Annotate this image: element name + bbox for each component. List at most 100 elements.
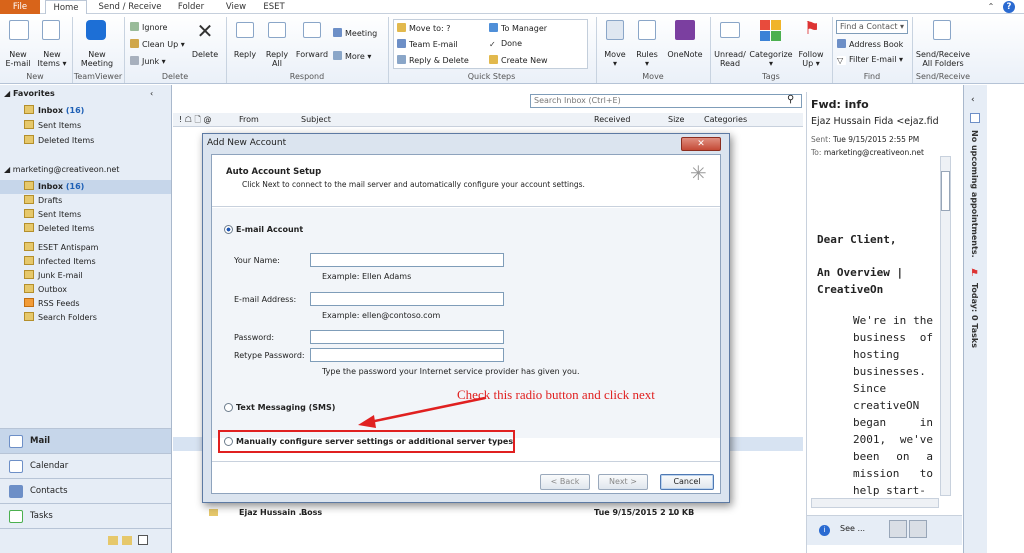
account-header[interactable]: ◢ marketing@creativeon.net (0, 163, 171, 177)
configure-buttons-icon[interactable] (138, 535, 148, 545)
ribbon-collapse-icon[interactable]: ⌃ (984, 0, 998, 14)
teamviewer-icon (86, 20, 106, 40)
follow-up-button[interactable]: Follow Up ▾ (794, 50, 828, 68)
ignore-button[interactable]: Ignore (130, 22, 167, 33)
column-header: ! ☖ 🗋 @ From Subject Received Size Categ… (173, 113, 803, 127)
onenote-button[interactable]: OneNote (664, 50, 706, 59)
quick-step-reply-delete[interactable]: Reply & Delete (397, 55, 469, 66)
tab-eset[interactable]: ESET (258, 0, 290, 14)
filter-email-button[interactable]: ▽ Filter E-mail ▾ (837, 55, 903, 65)
move-button[interactable]: Move ▾ (599, 50, 631, 68)
junk-button[interactable]: Junk ▾ (130, 56, 166, 67)
quick-step-move-to[interactable]: Move to: ? (397, 23, 451, 34)
table-row[interactable]: Ejaz Hussain ... Boss Tue 9/15/2015 2 ..… (173, 505, 803, 521)
expand-todo-icon[interactable]: ‹ (971, 95, 975, 105)
column-icons[interactable]: ! ☖ 🗋 @ (179, 113, 211, 127)
column-size[interactable]: Size (668, 113, 684, 127)
new-items-button[interactable]: New Items ▾ (36, 50, 68, 68)
nav-tasks-button[interactable]: Tasks (0, 503, 171, 528)
group-label-teamviewer: TeamViewer (73, 72, 123, 81)
tab-view[interactable]: View (220, 0, 252, 14)
quick-step-to-manager[interactable]: To Manager (489, 23, 547, 34)
favorite-inbox[interactable]: Inbox (16) (0, 104, 171, 118)
quick-step-team-email[interactable]: Team E-mail (397, 39, 458, 50)
email-address-label: E-mail Address: (234, 295, 297, 304)
nav-contacts-button[interactable]: Contacts (0, 478, 171, 503)
send-receive-all-button[interactable]: Send/Receive All Folders (914, 50, 972, 68)
email-account-label: E-mail Account (236, 225, 304, 234)
folder-eset-antispam[interactable]: ESET Antispam (0, 241, 171, 255)
reply-all-button[interactable]: Reply All (262, 50, 292, 68)
move-icon (606, 20, 624, 40)
new-email-button[interactable]: New E-mail (2, 50, 34, 68)
column-categories[interactable]: Categories (704, 113, 747, 127)
password-input[interactable] (310, 330, 504, 344)
retype-password-input[interactable] (310, 348, 504, 362)
nav-calendar-button[interactable]: Calendar (0, 453, 171, 478)
people-pane: i See ... (807, 515, 962, 545)
tab-home[interactable]: Home (45, 0, 87, 15)
help-icon[interactable]: ? (1003, 1, 1015, 13)
back-button[interactable]: < Back (540, 474, 590, 490)
favorites-header[interactable]: ◢ Favorites (0, 87, 171, 101)
favorite-deleted-items[interactable]: Deleted Items (0, 134, 171, 148)
forward-button[interactable]: Forward (294, 50, 330, 59)
address-book-button[interactable]: Address Book (837, 39, 903, 50)
column-from[interactable]: From (239, 113, 259, 127)
cancel-button[interactable]: Cancel (660, 474, 714, 490)
folder-outbox[interactable]: Outbox (0, 283, 171, 297)
group-label-tags: Tags (762, 72, 780, 81)
tab-file[interactable]: File (0, 0, 40, 14)
see-more-link[interactable]: See ... (840, 524, 865, 533)
meeting-button[interactable]: Meeting (333, 28, 377, 39)
reply-icon (236, 22, 254, 38)
column-subject[interactable]: Subject (301, 113, 331, 127)
text-messaging-radio[interactable] (224, 403, 233, 412)
tab-folder[interactable]: Folder (171, 0, 211, 14)
annotation-arrow (358, 396, 486, 428)
folder-sent-items[interactable]: Sent Items (0, 208, 171, 222)
rules-button[interactable]: Rules ▾ (632, 50, 662, 68)
folder-junk-email[interactable]: Junk E-mail (0, 269, 171, 283)
folder-infected-items[interactable]: Infected Items (0, 255, 171, 269)
email-account-radio[interactable] (224, 225, 233, 234)
message-scrollbar[interactable] (940, 156, 951, 496)
calendar-mini-icon (970, 113, 980, 123)
new-email-icon (9, 20, 29, 40)
collapse-nav-icon[interactable]: ‹ (150, 87, 166, 101)
horizontal-scrollbar[interactable] (811, 498, 939, 508)
message-body: We're in the business of hosting busines… (853, 314, 933, 496)
quick-step-done[interactable]: ✓ Done (489, 39, 522, 49)
categorize-button[interactable]: Categorize ▾ (748, 50, 794, 68)
folder-search-folders[interactable]: Search Folders (0, 311, 171, 325)
your-name-input[interactable] (310, 253, 504, 267)
quick-step-create-new[interactable]: Create New (489, 55, 548, 66)
text-messaging-label: Text Messaging (SMS) (236, 403, 336, 412)
message-from: Ejaz Hussain Fida <ejaz.fid (811, 116, 939, 127)
nav-mail-button[interactable]: Mail (0, 428, 171, 453)
search-inbox-input[interactable]: Search Inbox (Ctrl+E) (530, 94, 802, 108)
dialog-close-button[interactable]: ✕ (681, 137, 721, 151)
tab-send-receive[interactable]: Send / Receive (95, 0, 165, 14)
new-meeting-button[interactable]: New Meeting (76, 50, 118, 68)
unread-read-button[interactable]: Unread/ Read (712, 50, 748, 68)
shortcuts-icon[interactable] (122, 536, 132, 545)
reply-button[interactable]: Reply (230, 50, 260, 59)
clean-up-button[interactable]: Clean Up ▾ (130, 39, 185, 50)
search-icon[interactable]: ⚲ (787, 94, 794, 105)
dialog-body: Auto Account Setup Click Next to connect… (211, 154, 721, 494)
folder-deleted-items[interactable]: Deleted Items (0, 222, 171, 236)
folder-list-icon[interactable] (108, 536, 118, 545)
folder-rss-feeds[interactable]: RSS Feeds (0, 297, 171, 311)
folder-drafts[interactable]: Drafts (0, 194, 171, 208)
folder-inbox[interactable]: Inbox (16) (0, 180, 171, 194)
manual-config-radio[interactable] (224, 437, 233, 446)
email-address-input[interactable] (310, 292, 504, 306)
more-respond-button[interactable]: More ▾ (333, 51, 371, 62)
column-received[interactable]: Received (594, 113, 630, 127)
favorite-sent-items[interactable]: Sent Items (0, 119, 171, 133)
find-contact-input[interactable]: Find a Contact ▾ (836, 20, 908, 34)
delete-button[interactable]: Delete (188, 50, 222, 59)
next-button[interactable]: Next > (598, 474, 648, 490)
task-flag-icon: ⚑ (970, 268, 979, 279)
